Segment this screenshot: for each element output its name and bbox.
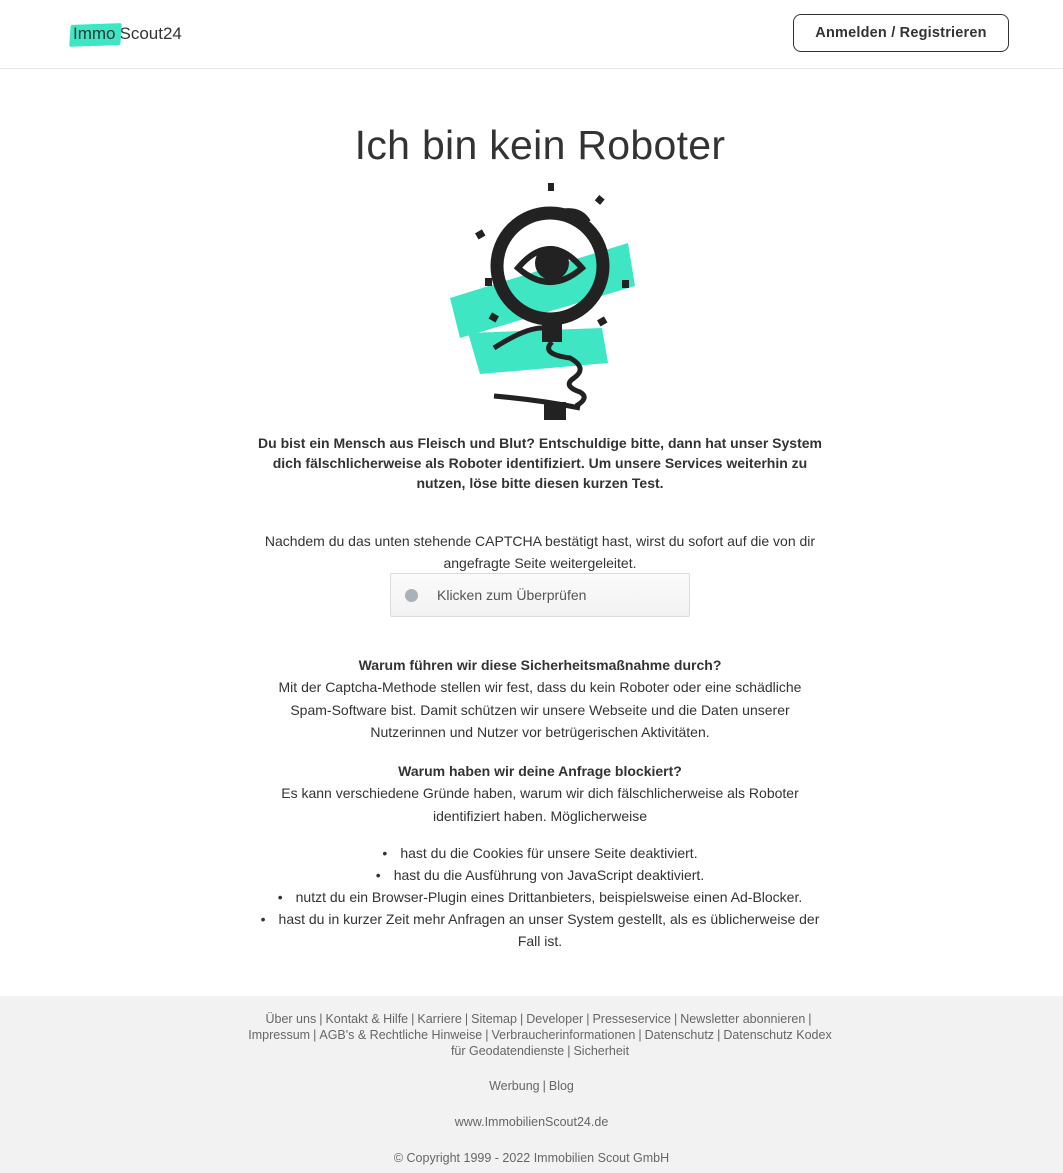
separator: | bbox=[519, 1012, 524, 1026]
footer-link-werbung[interactable]: Werbung bbox=[489, 1079, 540, 1093]
magnifier-handle bbox=[542, 316, 562, 342]
site-header: Immo Scout24 Anmelden / Registrieren bbox=[0, 0, 1063, 69]
separator: | bbox=[717, 1028, 721, 1042]
logo-scout-text: Scout24 bbox=[119, 24, 182, 43]
footer-link-karriere[interactable]: Karriere bbox=[417, 1012, 461, 1026]
separator: | bbox=[485, 1028, 489, 1042]
why-blocked-heading: Warum haben wir deine Anfrage blockiert? bbox=[398, 763, 682, 779]
eye-pupil bbox=[535, 246, 569, 280]
plug bbox=[544, 402, 566, 420]
footer-link-impressum[interactable]: Impressum bbox=[248, 1028, 310, 1042]
separator: | bbox=[808, 1012, 812, 1026]
footer-link-kontakt[interactable]: Kontakt & Hilfe bbox=[325, 1012, 408, 1026]
why-measure-heading: Warum führen wir diese Sicherheitsmaßnah… bbox=[358, 657, 722, 673]
teal-brush-stroke bbox=[468, 328, 608, 374]
intro-text: Du bist ein Mensch aus Fleisch und Blut?… bbox=[258, 435, 822, 491]
footer-link-verbraucherinformationen[interactable]: Verbraucherinformationen bbox=[491, 1028, 635, 1042]
wire-base bbox=[493, 393, 581, 411]
footer-copyright: © Copyright 1999 - 2022 Immobilien Scout… bbox=[393, 1151, 670, 1165]
logo-immo-text: Immo bbox=[71, 23, 119, 45]
footer-link-presseservice[interactable]: Presseservice bbox=[592, 1012, 671, 1026]
why-blocked-section: Warum haben wir deine Anfrage blockiert?… bbox=[240, 760, 840, 827]
immoscout24-logo[interactable]: Immo Scout24 bbox=[71, 22, 182, 46]
footer-link-developer[interactable]: Developer bbox=[526, 1012, 583, 1026]
login-register-button[interactable]: Anmelden / Registrieren bbox=[793, 14, 1009, 52]
separator: | bbox=[464, 1012, 469, 1026]
footer-link-blog[interactable]: Blog bbox=[549, 1079, 574, 1093]
reasons-list: hast du die Cookies für unsere Seite dea… bbox=[240, 842, 840, 952]
footer-link-sicherheit[interactable]: Sicherheit bbox=[573, 1044, 629, 1058]
separator: | bbox=[586, 1012, 590, 1026]
footer-website: www.ImmobilienScout24.de bbox=[0, 1115, 1063, 1129]
separator: | bbox=[542, 1079, 546, 1093]
footer-link-sitemap[interactable]: Sitemap bbox=[471, 1012, 517, 1026]
footer-link-agb[interactable]: AGB's & Rechtliche Hinweise bbox=[319, 1028, 482, 1042]
footer-links: Über uns | Kontakt & Hilfe | Karriere | Sitema… bbox=[240, 1011, 840, 1059]
separator: | bbox=[567, 1044, 571, 1058]
captcha-label: Klicken zum Überprüfen bbox=[437, 587, 587, 603]
why-blocked-text: Es kann verschiedene Gründe haben, warum… bbox=[281, 785, 799, 824]
captcha-verify-widget[interactable]: Klicken zum Überprüfen bbox=[390, 573, 690, 617]
list-item: hast du in kurzer Zeit mehr Anfragen an … bbox=[240, 908, 840, 952]
separator: | bbox=[673, 1012, 678, 1026]
page-title: Ich bin kein Roboter bbox=[354, 122, 726, 168]
footer-secondary-links: Werbung | Blog bbox=[0, 1079, 1063, 1093]
separator: | bbox=[313, 1028, 317, 1042]
why-measure-text: Mit der Captcha-Methode stellen wir fest… bbox=[278, 679, 802, 740]
list-item: hast du die Ausführung von JavaScript de… bbox=[240, 864, 840, 886]
footer-link-website[interactable]: www.ImmobilienScout24.de bbox=[455, 1115, 609, 1129]
site-footer: Über uns | Kontakt & Hilfe | Karriere | Sitema… bbox=[0, 996, 1063, 1173]
captcha-note: Nachdem du das unten stehende CAPTCHA be… bbox=[264, 533, 816, 571]
why-measure-section: Warum führen wir diese Sicherheitsmaßnah… bbox=[240, 654, 840, 744]
footer-link-newsletter[interactable]: Newsletter abonnieren bbox=[680, 1012, 805, 1026]
footer-link-ueber-uns[interactable]: Über uns bbox=[265, 1012, 316, 1026]
separator: | bbox=[411, 1012, 415, 1026]
footer-link-datenschutz[interactable]: Datenschutz bbox=[645, 1028, 714, 1042]
magnifying-glass-eye-illustration bbox=[450, 183, 635, 420]
separator: | bbox=[638, 1028, 642, 1042]
separator: | bbox=[319, 1012, 323, 1026]
list-item: hast du die Cookies für unsere Seite dea… bbox=[240, 842, 840, 864]
list-item: nutzt du ein Browser-Plugin eines Dritta… bbox=[240, 886, 840, 908]
captcha-status-dot bbox=[405, 588, 418, 602]
